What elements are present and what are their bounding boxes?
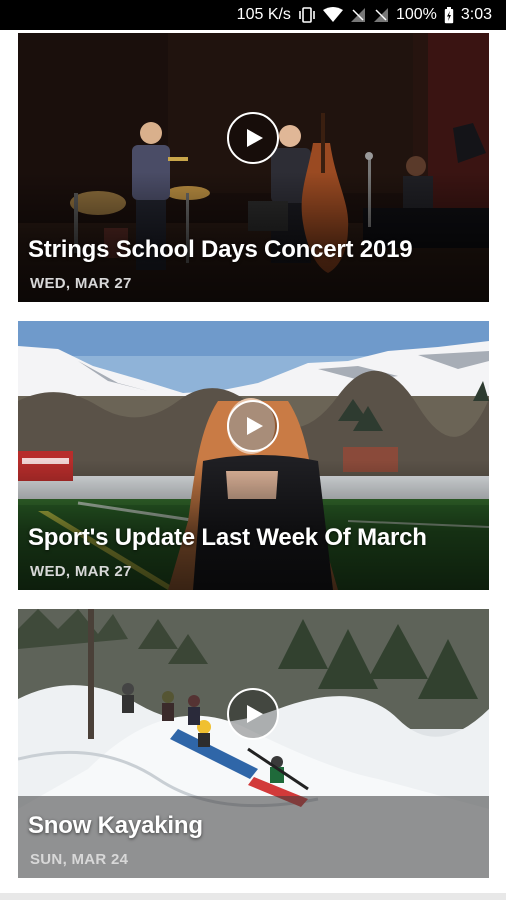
video-date: SUN, MAR 24: [30, 851, 129, 868]
video-card[interactable]: Snow Kayaking SUN, MAR 24: [18, 609, 489, 878]
video-date: WED, MAR 27: [30, 563, 132, 580]
battery-icon: [444, 6, 454, 24]
clock: 3:03: [460, 6, 492, 23]
signal-icon: [373, 7, 389, 23]
video-title: Strings School Days Concert 2019: [28, 236, 413, 263]
status-bar: 105 K/s 100% 3:03: [0, 0, 506, 30]
play-icon: [247, 417, 263, 435]
play-icon: [247, 705, 263, 723]
play-button[interactable]: [227, 400, 279, 452]
vibrate-icon: [298, 7, 316, 23]
video-title: Sport's Update Last Week Of March: [28, 524, 427, 551]
play-button[interactable]: [227, 112, 279, 164]
network-speed: 105 K/s: [236, 6, 291, 23]
wifi-icon: [322, 7, 343, 23]
play-icon: [247, 129, 263, 147]
video-feed: Strings School Days Concert 2019 WED, MA…: [0, 30, 506, 900]
battery-percent: 100%: [395, 6, 437, 23]
play-button[interactable]: [227, 688, 279, 740]
signal-icon: [350, 7, 366, 23]
video-date: WED, MAR 27: [30, 275, 132, 292]
video-card[interactable]: Sport's Update Last Week Of March WED, M…: [18, 321, 489, 590]
next-card-peek: [0, 893, 506, 900]
video-title: Snow Kayaking: [28, 812, 203, 839]
video-card[interactable]: Strings School Days Concert 2019 WED, MA…: [18, 33, 489, 302]
